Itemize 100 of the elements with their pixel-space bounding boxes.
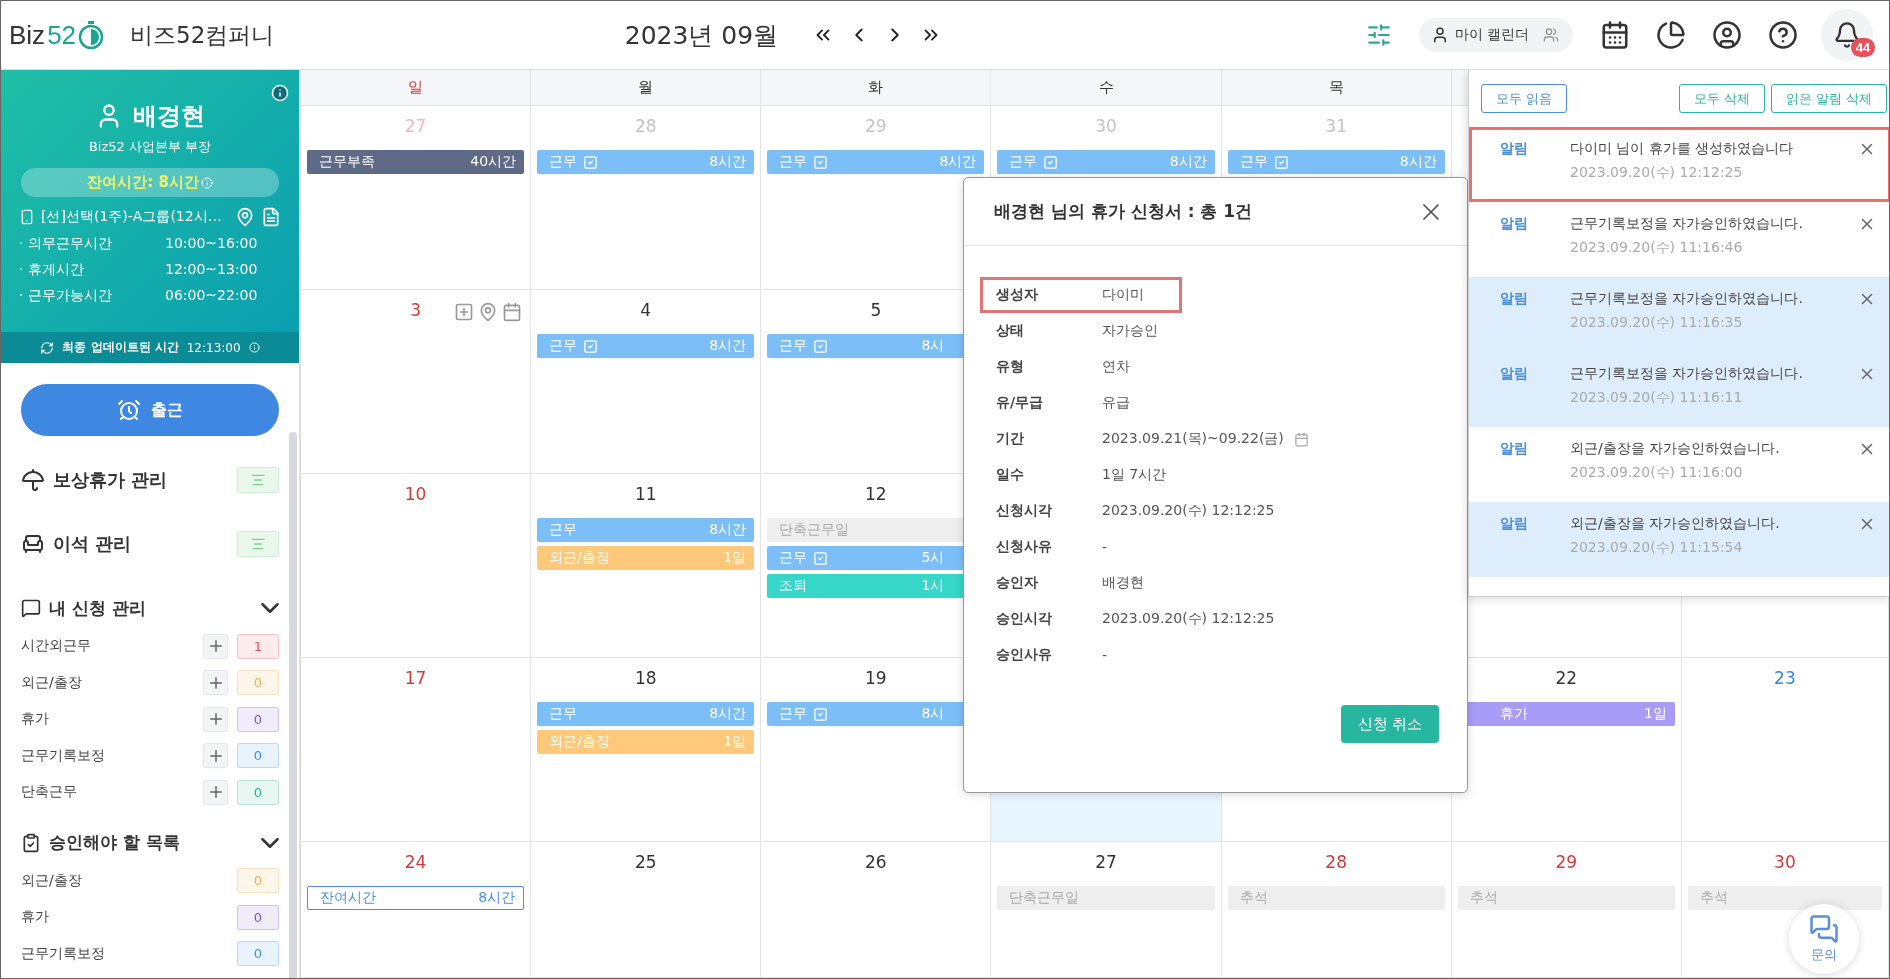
notification-item[interactable]: 알림 근무기록보정을 자가승인하였습니다. 2023.09.20(수) 11:16:11 (1469, 352, 1889, 427)
info-icon (248, 342, 260, 353)
date-number: 5 (870, 300, 882, 322)
date-number: 17 (404, 668, 427, 690)
message-icon (21, 598, 41, 618)
notification-button[interactable]: 44 (1821, 9, 1873, 61)
item-label: 근무기록보정 (21, 746, 106, 765)
add-button[interactable] (203, 743, 228, 769)
help-icon[interactable] (1768, 20, 1798, 50)
count-badge[interactable]: 0 (237, 706, 279, 732)
calendar-event[interactable]: 근무 8시간 (537, 518, 755, 542)
chevron-down-icon[interactable] (261, 603, 279, 613)
field-label: 생성자 (996, 286, 1039, 304)
field-value: 자가승인 (1102, 322, 1158, 340)
list-icon (250, 472, 266, 488)
checkbox-icon (1273, 154, 1289, 170)
update-label: 최종 업데이트된 시간 (62, 339, 179, 356)
calendar-icon[interactable] (1600, 20, 1630, 50)
section-title[interactable]: 내 신청 관리 (21, 596, 146, 620)
field-value: 배경현 (1102, 574, 1144, 592)
checkbox-icon (1043, 154, 1059, 170)
field-label: 승인사유 (996, 646, 1053, 664)
calendar-event[interactable]: 잔여시간 8시간 (307, 886, 525, 910)
time-label: · 휴게시간 (19, 261, 85, 279)
mark-all-read-button[interactable]: 모두 읽음 (1481, 84, 1568, 113)
checkbox-icon (583, 154, 599, 170)
field-label: 일수 (996, 466, 1025, 484)
user-circle-icon[interactable] (1712, 20, 1742, 50)
pie-chart-icon[interactable] (1656, 20, 1686, 50)
umbrella-icon (21, 468, 45, 492)
month-title: 2023년 09월 (624, 19, 779, 52)
field-label: 기간 (996, 430, 1025, 448)
date-number: 27 (1095, 852, 1117, 874)
remaining-time: 잔여시간: 8시간 (87, 173, 199, 192)
count-badge[interactable]: 1 (237, 633, 279, 659)
scrollbar[interactable] (289, 432, 297, 978)
info-icon[interactable] (271, 84, 289, 102)
add-icon[interactable] (454, 302, 475, 322)
calendar-event[interactable]: 근무 8시간 (1227, 150, 1445, 174)
time-range: 12:00~13:00 (165, 261, 258, 279)
time-range: 06:00~22:00 (165, 287, 258, 305)
calendar-event[interactable]: 추석 (1227, 886, 1445, 910)
date-number: 30 (1774, 852, 1796, 874)
delete-all-button[interactable]: 모두 삭제 (1678, 84, 1765, 113)
my-calendar-toggle[interactable]: 마이 캘린더 (1418, 18, 1573, 52)
calendar-event[interactable]: 외근/출장 1일 (537, 730, 755, 754)
delete-read-button[interactable]: 읽은 알림 삭제 (1770, 84, 1887, 113)
item-label: 외근/출장 (21, 673, 83, 692)
chevron-down-icon[interactable] (261, 837, 279, 848)
calendar-event[interactable]: 단축근무일 (997, 886, 1215, 910)
refresh-icon[interactable] (40, 340, 55, 355)
add-button[interactable] (203, 706, 228, 732)
date-number: 28 (634, 116, 657, 138)
item-label: 단축근무 (21, 783, 78, 802)
calendar-event[interactable]: 외근/출장 1일 (537, 546, 755, 570)
add-button[interactable] (203, 779, 228, 805)
alarm-clock-icon (117, 398, 141, 422)
sliders-icon[interactable] (1365, 22, 1392, 48)
date-number: 27 (404, 116, 427, 138)
count-badge[interactable]: 0 (237, 941, 279, 967)
count-badge[interactable]: 0 (237, 743, 279, 769)
notification-item[interactable]: 알림 근무기록보정을 자가승인하였습니다. 2023.09.20(수) 11:16:35 (1469, 277, 1889, 352)
cancel-request-button[interactable]: 신청 취소 (1341, 705, 1439, 743)
time-range: 10:00~16:00 (165, 235, 258, 253)
location-pin-icon[interactable] (235, 207, 255, 227)
add-button[interactable] (203, 633, 228, 659)
company-name: 비즈52컴퍼니 (130, 20, 275, 50)
field-value: 연차 (1102, 358, 1130, 376)
users-icon[interactable] (1543, 27, 1559, 43)
clipboard-check-icon (21, 832, 41, 853)
document-icon[interactable] (261, 207, 281, 227)
count-badge[interactable]: 0 (237, 904, 279, 930)
calendar-event[interactable]: 근무 8시간 (537, 150, 755, 174)
calendar-event[interactable]: 근무 8시간 (997, 150, 1215, 174)
calendar-event[interactable]: 근무 8시간 (767, 150, 985, 174)
notification-item[interactable]: 알림 다이미 님이 휴가를 생성하였습니다 2023.09.20(수) 12:12:25 (1469, 127, 1889, 202)
menu-label[interactable]: 이석 관리 (21, 532, 132, 556)
list-icon (250, 536, 266, 552)
checkbox-icon (813, 154, 829, 170)
calendar-event[interactable]: 근무 8시간 (537, 702, 755, 726)
count-badge[interactable]: 0 (237, 779, 279, 805)
count-badge[interactable]: 0 (237, 670, 279, 696)
add-button[interactable] (203, 670, 228, 696)
notification-item[interactable]: 알림 외근/출장을 자가승인하였습니다. 2023.09.20(수) 11:15:54 (1469, 502, 1889, 577)
calendar-event[interactable]: 근무부족 40시간 (307, 150, 525, 174)
check-in-button[interactable]: 출근 (21, 384, 279, 436)
date-number: 24 (404, 852, 427, 874)
calendar-event[interactable]: 추석 (1687, 886, 1882, 910)
count-badge[interactable]: 0 (237, 868, 279, 894)
calendar-event[interactable]: 추석 (1457, 886, 1675, 910)
field-value: 다이미 (1102, 286, 1144, 304)
item-label: 외근/출장 (21, 871, 83, 890)
date-number: 11 (634, 484, 657, 506)
calendar-event[interactable]: 근무 8시간 (537, 334, 755, 358)
date-number: 4 (640, 300, 652, 322)
menu-label[interactable]: 보상휴가 관리 (21, 468, 168, 492)
date-number: 26 (865, 852, 887, 874)
field-value: - (1102, 539, 1108, 555)
section-title[interactable]: 승인해야 할 목록 (21, 831, 180, 854)
field-value: - (1102, 647, 1108, 663)
